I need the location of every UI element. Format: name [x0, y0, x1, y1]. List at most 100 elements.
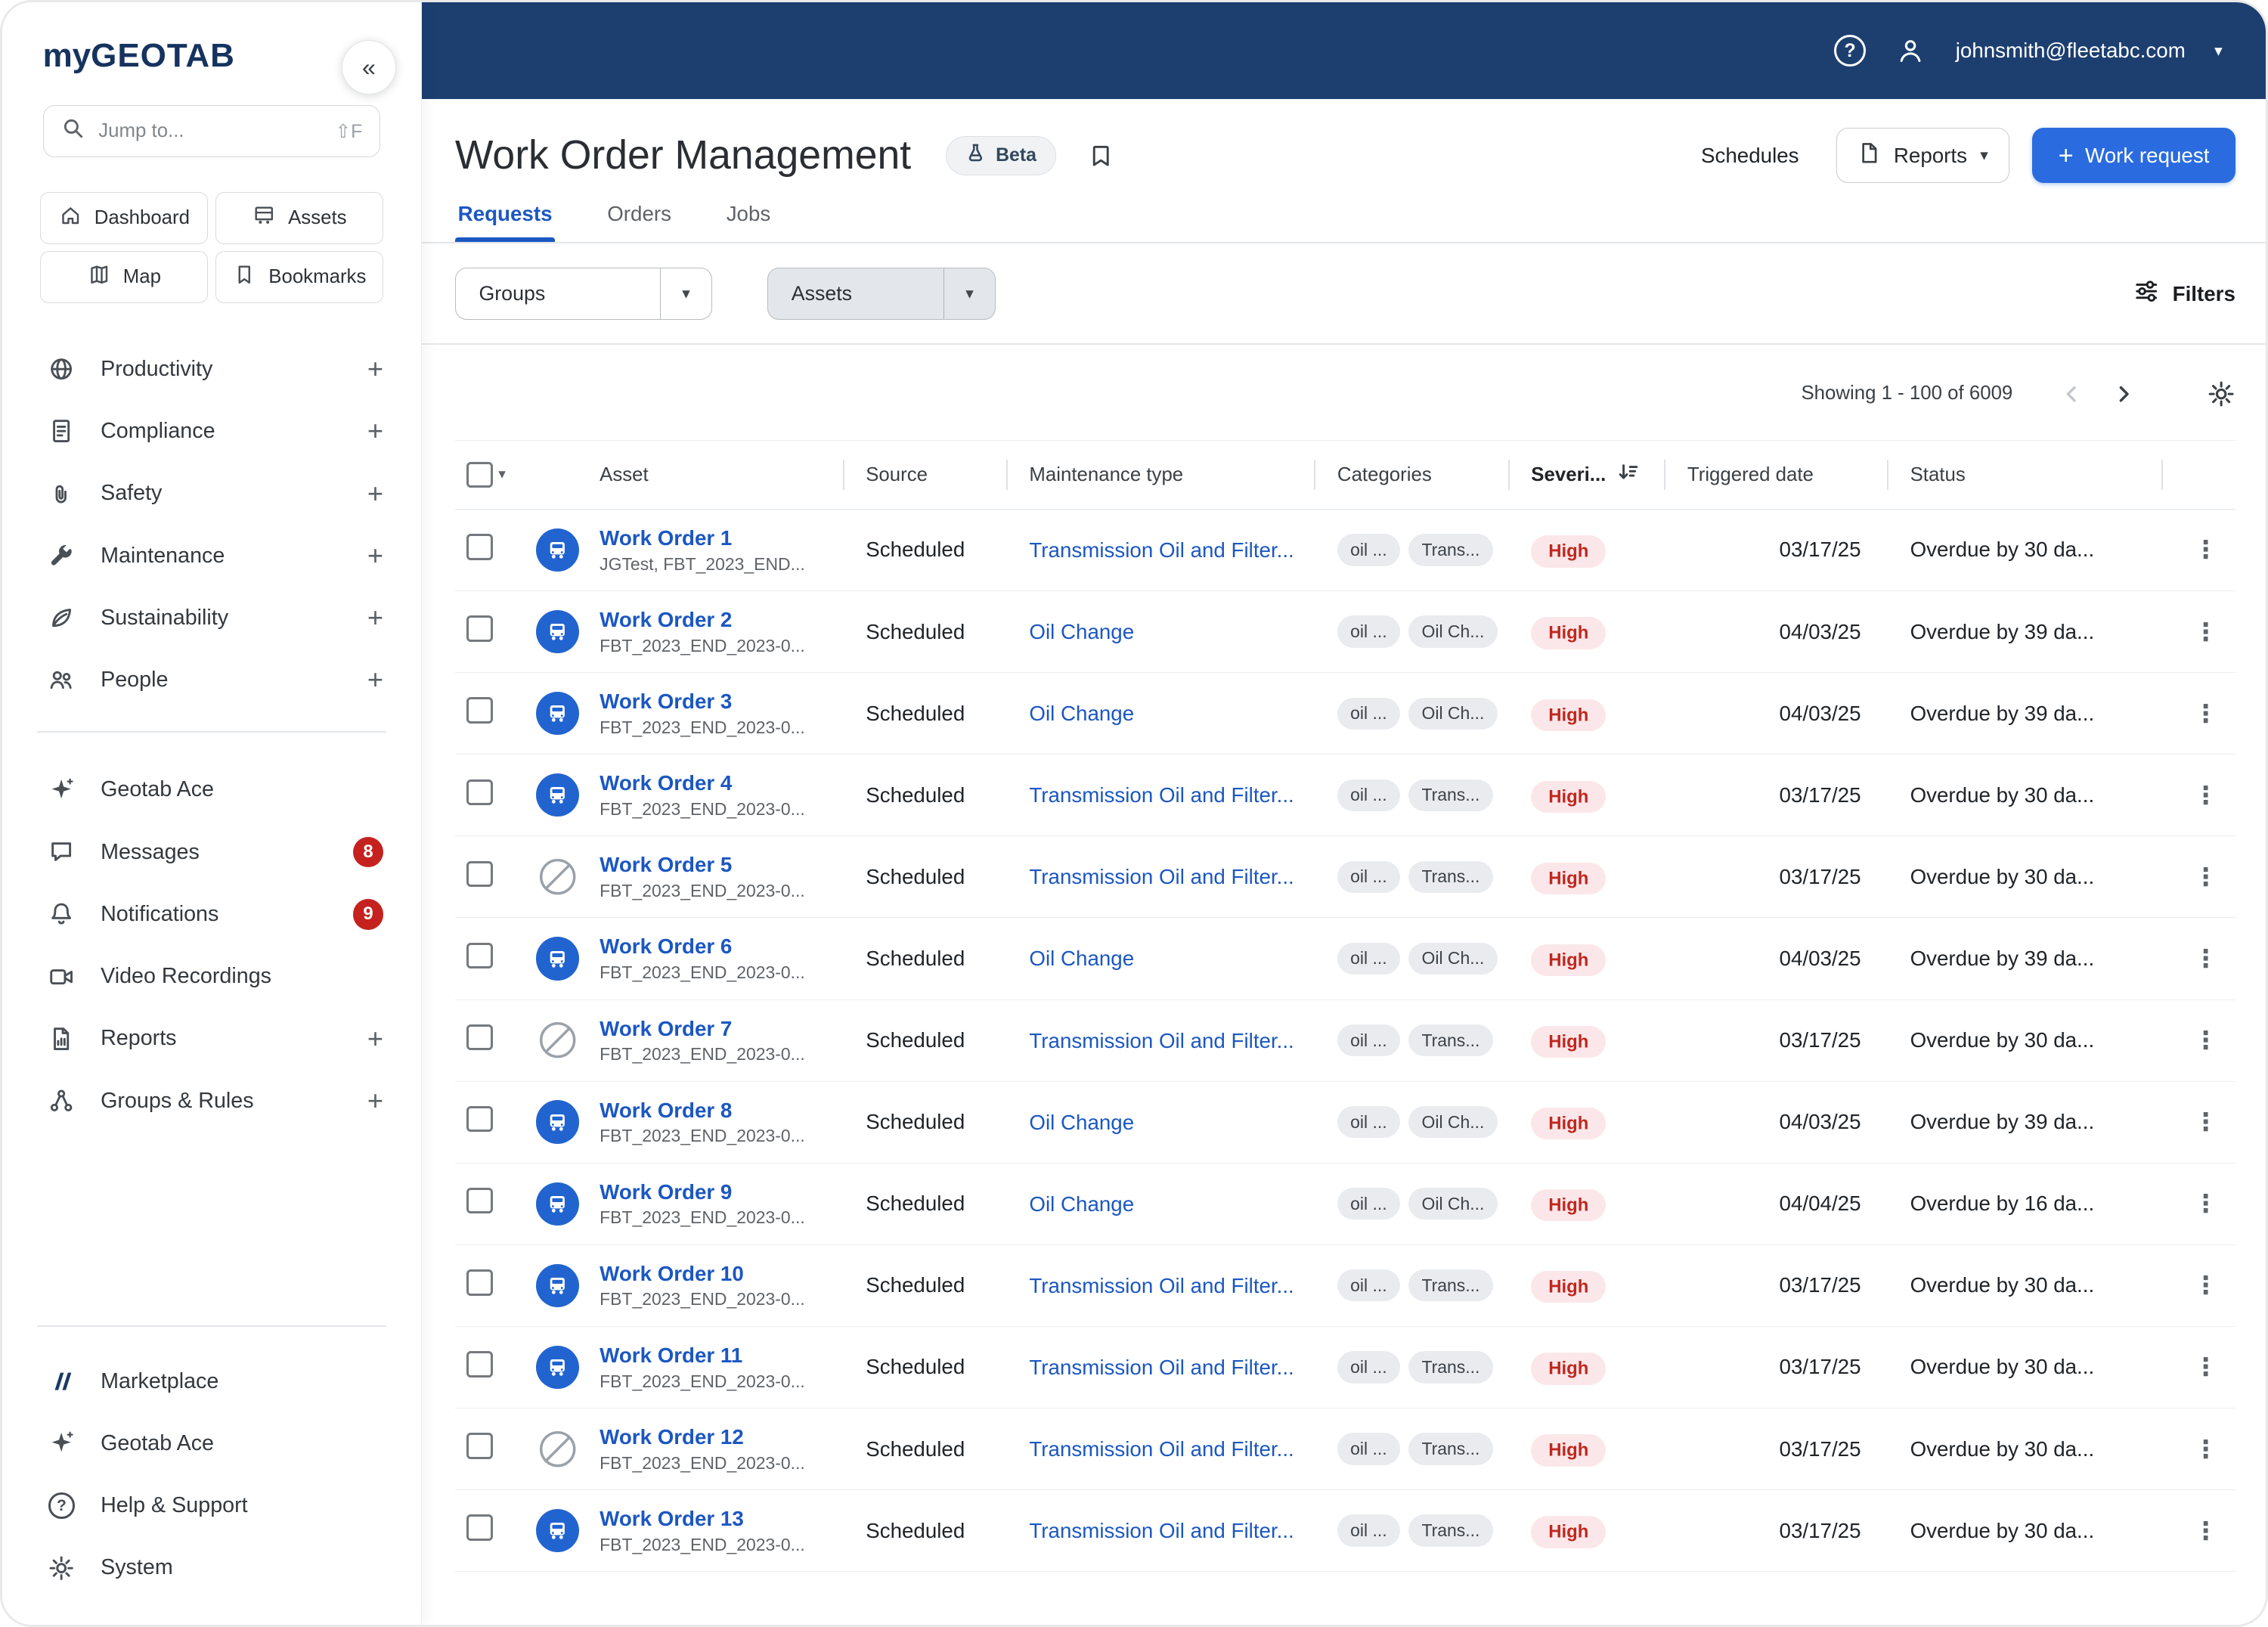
select-all-checkbox[interactable] — [466, 461, 493, 488]
row-menu-icon[interactable]: ⋮ — [2193, 1272, 2218, 1299]
maintenance-type-link[interactable]: Transmission Oil and Filter... — [1029, 1029, 1294, 1052]
row-checkbox[interactable] — [466, 1188, 493, 1214]
sidebar-item-video-recordings[interactable]: Video Recordings — [2, 946, 421, 1008]
maintenance-type-link[interactable]: Oil Change — [1029, 702, 1134, 725]
row-checkbox[interactable] — [466, 1433, 493, 1459]
tab-requests[interactable]: Requests — [454, 202, 556, 242]
row-menu-icon[interactable]: ⋮ — [2193, 1027, 2218, 1054]
table-settings-gear-icon[interactable] — [2207, 380, 2235, 408]
sidebar-item-system[interactable]: System — [2, 1537, 421, 1599]
row-menu-icon[interactable]: ⋮ — [2193, 1353, 2218, 1381]
row-menu-icon[interactable]: ⋮ — [2193, 1108, 2218, 1136]
sidebar-item-geotab-ace-bottom[interactable]: Geotab Ace — [2, 1412, 421, 1474]
filters-button[interactable]: Filters — [2133, 278, 2235, 309]
work-order-link[interactable]: Work Order 10 — [600, 1260, 805, 1288]
expand-plus-icon[interactable]: + — [367, 355, 383, 383]
bookmark-page-icon[interactable] — [1088, 143, 1114, 169]
sidebar-item-marketplace[interactable]: Marketplace — [2, 1350, 421, 1412]
sidebar-item-groups-rules[interactable]: Groups & Rules + — [2, 1070, 421, 1132]
jump-to-search[interactable]: ⇧F — [42, 105, 381, 157]
help-icon[interactable]: ? — [1834, 35, 1867, 67]
column-header-categories[interactable]: Categories — [1314, 441, 1507, 509]
row-checkbox[interactable] — [466, 860, 493, 888]
column-header-status[interactable]: Status — [1886, 441, 2162, 509]
sidebar-item-geotab-ace[interactable]: Geotab Ace — [2, 759, 421, 821]
schedules-link[interactable]: Schedules — [1701, 144, 1799, 168]
column-header-severity[interactable]: Severi... — [1507, 441, 1665, 509]
sidebar-collapse-button[interactable]: « — [341, 39, 397, 95]
column-header-asset[interactable]: Asset — [536, 441, 843, 509]
maintenance-type-link[interactable]: Oil Change — [1029, 1192, 1134, 1216]
row-checkbox[interactable] — [466, 1105, 493, 1133]
expand-plus-icon[interactable]: + — [367, 1086, 383, 1114]
row-checkbox[interactable] — [466, 534, 493, 560]
expand-plus-icon[interactable]: + — [367, 666, 383, 693]
expand-plus-icon[interactable]: + — [367, 417, 383, 445]
work-order-link[interactable]: Work Order 11 — [600, 1342, 805, 1370]
row-checkbox[interactable] — [466, 1351, 493, 1378]
maintenance-type-link[interactable]: Oil Change — [1029, 1111, 1134, 1134]
row-menu-icon[interactable]: ⋮ — [2193, 1436, 2218, 1463]
column-header-source[interactable]: Source — [842, 441, 1006, 509]
chevron-down-icon[interactable]: ▾ — [2214, 43, 2223, 59]
column-header-triggered-date[interactable]: Triggered date — [1664, 441, 1887, 509]
work-request-button[interactable]: + Work request — [2032, 128, 2235, 184]
row-menu-icon[interactable]: ⋮ — [2193, 782, 2218, 809]
row-checkbox[interactable] — [466, 615, 493, 642]
user-email[interactable]: johnsmith@fleetabc.com — [1956, 39, 2186, 63]
maintenance-type-link[interactable]: Transmission Oil and Filter... — [1029, 1356, 1294, 1379]
work-order-link[interactable]: Work Order 4 — [600, 770, 805, 798]
quick-bookmarks-button[interactable]: Bookmarks — [215, 251, 384, 304]
column-header-maintenance-type[interactable]: Maintenance type — [1005, 441, 1315, 509]
next-page-icon[interactable] — [2102, 372, 2146, 415]
row-menu-icon[interactable]: ⋮ — [2193, 700, 2218, 727]
work-order-link[interactable]: Work Order 13 — [600, 1505, 805, 1533]
work-order-link[interactable]: Work Order 12 — [600, 1424, 805, 1452]
sidebar-item-people[interactable]: People + — [2, 649, 421, 711]
sidebar-item-messages[interactable]: Messages 8 — [2, 821, 421, 883]
work-order-link[interactable]: Work Order 7 — [600, 1015, 805, 1043]
work-order-link[interactable]: Work Order 2 — [600, 606, 805, 634]
quick-map-button[interactable]: Map — [39, 251, 209, 304]
sidebar-item-maintenance[interactable]: Maintenance + — [2, 525, 421, 587]
sidebar-item-safety[interactable]: Safety + — [2, 463, 421, 525]
sidebar-item-compliance[interactable]: Compliance + — [2, 400, 421, 462]
row-menu-icon[interactable]: ⋮ — [2193, 618, 2218, 646]
maintenance-type-link[interactable]: Transmission Oil and Filter... — [1029, 1274, 1294, 1297]
row-checkbox[interactable] — [466, 697, 493, 724]
quick-assets-button[interactable]: Assets — [215, 191, 384, 244]
maintenance-type-link[interactable]: Transmission Oil and Filter... — [1029, 1437, 1294, 1461]
row-menu-icon[interactable]: ⋮ — [2193, 1190, 2218, 1217]
expand-plus-icon[interactable]: + — [367, 541, 383, 569]
expand-plus-icon[interactable]: + — [367, 479, 383, 507]
row-checkbox[interactable] — [466, 942, 493, 969]
work-order-link[interactable]: Work Order 1 — [600, 525, 805, 553]
maintenance-type-link[interactable]: Transmission Oil and Filter... — [1029, 538, 1294, 562]
work-order-link[interactable]: Work Order 9 — [600, 1179, 805, 1207]
maintenance-type-link[interactable]: Oil Change — [1029, 620, 1134, 643]
row-menu-icon[interactable]: ⋮ — [2193, 1517, 2218, 1545]
maintenance-type-link[interactable]: Oil Change — [1029, 947, 1134, 970]
row-menu-icon[interactable]: ⋮ — [2193, 945, 2218, 972]
mygeotab-logo[interactable]: myGEOTAB — [43, 37, 235, 75]
tab-orders[interactable]: Orders — [607, 202, 671, 242]
previous-page-icon[interactable] — [2050, 372, 2093, 415]
expand-plus-icon[interactable]: + — [367, 603, 383, 631]
work-order-link[interactable]: Work Order 6 — [600, 933, 805, 961]
expand-plus-icon[interactable]: + — [367, 1024, 383, 1052]
row-checkbox[interactable] — [466, 779, 493, 805]
row-checkbox[interactable] — [466, 1024, 493, 1051]
row-checkbox[interactable] — [466, 1514, 493, 1541]
work-order-link[interactable]: Work Order 3 — [600, 688, 805, 716]
work-order-link[interactable]: Work Order 8 — [600, 1097, 805, 1125]
tab-jobs[interactable]: Jobs — [727, 202, 771, 242]
chevron-down-icon[interactable]: ▾ — [498, 467, 506, 482]
sidebar-item-sustainability[interactable]: Sustainability + — [2, 587, 421, 649]
maintenance-type-link[interactable]: Transmission Oil and Filter... — [1029, 783, 1294, 807]
row-checkbox[interactable] — [466, 1269, 493, 1296]
quick-dashboard-button[interactable]: Dashboard — [39, 191, 209, 244]
assets-select[interactable]: Assets ▾ — [767, 268, 996, 321]
row-menu-icon[interactable]: ⋮ — [2193, 863, 2218, 891]
sidebar-item-productivity[interactable]: Productivity + — [2, 338, 421, 400]
row-menu-icon[interactable]: ⋮ — [2193, 536, 2218, 563]
